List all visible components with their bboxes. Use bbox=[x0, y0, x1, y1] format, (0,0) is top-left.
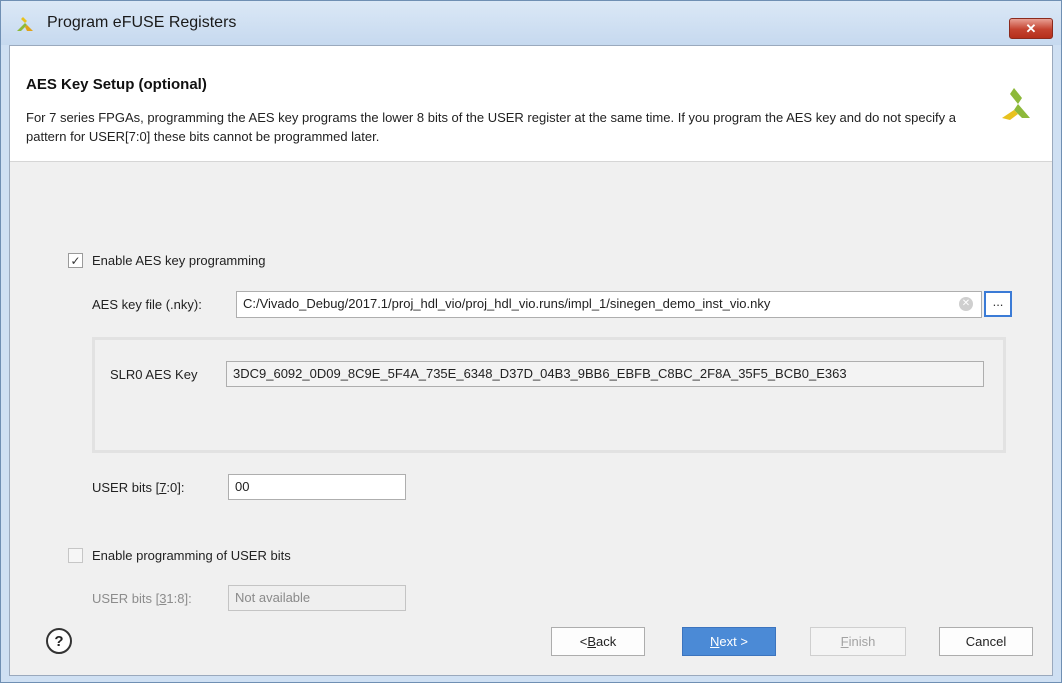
user-bits-7-0-label: USER bits [7:0]: bbox=[92, 480, 185, 495]
slr0-aes-key-value: 3DC9_6092_0D09_8C9E_5F4A_735E_6348_D37D_… bbox=[233, 366, 847, 381]
slr0-aes-key-label: SLR0 AES Key bbox=[110, 367, 198, 382]
finish-button: Finish bbox=[810, 627, 906, 656]
page-title: AES Key Setup (optional) bbox=[26, 76, 207, 93]
window-title: Program eFUSE Registers bbox=[47, 14, 237, 31]
enable-aes-label: Enable AES key programming bbox=[92, 253, 266, 268]
aes-key-file-label: AES key file (.nky): bbox=[92, 297, 202, 312]
enable-user-bits-checkbox[interactable] bbox=[68, 548, 83, 563]
vivado-logo-icon bbox=[1002, 88, 1030, 120]
enable-user-bits-label: Enable programming of USER bits bbox=[92, 548, 291, 563]
user-bits-7-0-input[interactable]: 00 bbox=[228, 474, 406, 500]
title-bar[interactable]: Program eFUSE Registers ✕ bbox=[1, 1, 1061, 45]
next-button[interactable]: Next > bbox=[682, 627, 776, 656]
cancel-button[interactable]: Cancel bbox=[939, 627, 1033, 656]
slr0-aes-key-field[interactable]: 3DC9_6092_0D09_8C9E_5F4A_735E_6348_D37D_… bbox=[226, 361, 984, 387]
user-bits-7-0-value: 00 bbox=[235, 479, 250, 494]
ellipsis-icon: ... bbox=[992, 294, 1004, 309]
help-icon[interactable]: ? bbox=[46, 628, 72, 654]
user-bits-31-8-label: USER bits [31:8]: bbox=[92, 591, 192, 606]
close-icon: ✕ bbox=[1025, 20, 1037, 36]
clear-icon[interactable]: ✕ bbox=[959, 297, 973, 311]
dialog-footer: ? < Back Next > Finish Cancel bbox=[10, 613, 1052, 675]
back-button[interactable]: < Back bbox=[551, 627, 645, 656]
checkmark-icon: ✓ bbox=[70, 253, 81, 268]
dialog-window: Program eFUSE Registers ✕ AES Key Setup … bbox=[0, 0, 1062, 683]
user-bits-31-8-value: Not available bbox=[235, 590, 311, 605]
aes-key-file-input[interactable]: C:/Vivado_Debug/2017.1/proj_hdl_vio/proj… bbox=[236, 291, 982, 318]
page-header: AES Key Setup (optional) For 7 series FP… bbox=[10, 46, 1052, 162]
aes-key-file-value: C:/Vivado_Debug/2017.1/proj_hdl_vio/proj… bbox=[243, 296, 771, 311]
close-button[interactable]: ✕ bbox=[1009, 18, 1053, 39]
browse-button[interactable]: ... bbox=[984, 291, 1012, 317]
enable-aes-checkbox[interactable]: ✓ bbox=[68, 253, 83, 268]
dialog-client: AES Key Setup (optional) For 7 series FP… bbox=[9, 45, 1053, 676]
page-body: ✓ Enable AES key programming AES key fil… bbox=[10, 163, 1052, 613]
slr-key-panel: SLR0 AES Key 3DC9_6092_0D09_8C9E_5F4A_73… bbox=[92, 337, 1006, 453]
user-bits-31-8-input: Not available bbox=[228, 585, 406, 611]
page-description: For 7 series FPGAs, programming the AES … bbox=[26, 110, 956, 144]
vivado-logo-icon bbox=[17, 17, 33, 31]
